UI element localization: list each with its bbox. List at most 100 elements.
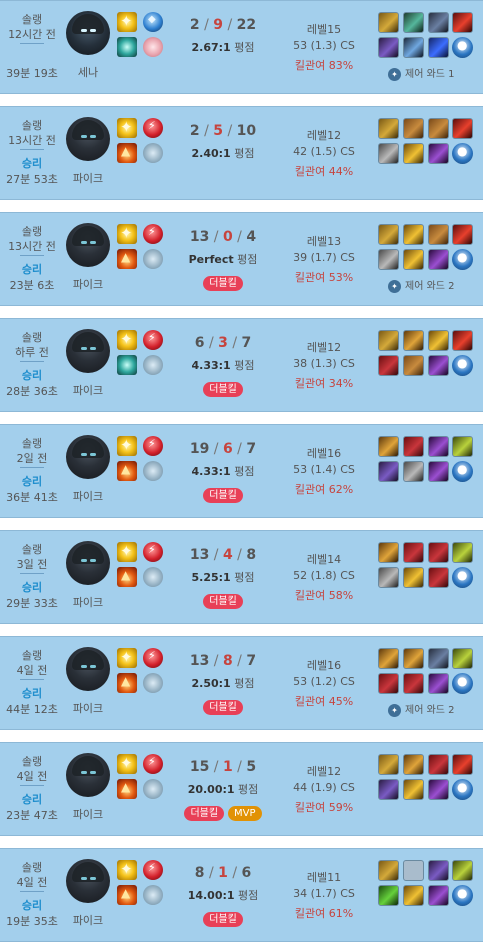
item-icon[interactable] (403, 779, 424, 800)
item-icon[interactable] (403, 37, 424, 58)
item-icon[interactable] (428, 249, 449, 270)
match-card[interactable]: 솔랭12시간 전39분 19초세나2 / 9 / 222.67:1 평점레벨15… (0, 0, 483, 94)
item-icon[interactable] (428, 673, 449, 694)
item-icon[interactable] (378, 118, 399, 139)
item-icon[interactable] (378, 567, 399, 588)
keystone-rune-icon[interactable] (143, 330, 163, 350)
secondary-rune-icon[interactable] (143, 143, 163, 163)
keystone-rune-icon[interactable] (143, 224, 163, 244)
secondary-rune-icon[interactable] (143, 461, 163, 481)
item-icon[interactable] (403, 885, 424, 906)
champion-portrait[interactable] (66, 11, 110, 55)
trinket-ward-icon[interactable] (452, 355, 473, 376)
trinket-ward-icon[interactable] (452, 673, 473, 694)
trinket-ward-icon[interactable] (452, 779, 473, 800)
champion-portrait[interactable] (66, 435, 110, 479)
item-icon[interactable] (428, 461, 449, 482)
item-icon[interactable] (378, 542, 399, 563)
trinket-ward-icon[interactable] (452, 37, 473, 58)
match-card[interactable]: 솔랭하루 전승리 28분 36초 파이크 6 / 3 / 7 4.33:1 평점더블킬 레… (0, 318, 483, 412)
item-icon[interactable] (452, 754, 473, 775)
item-icon[interactable] (403, 436, 424, 457)
keystone-rune-icon[interactable] (143, 860, 163, 880)
item-icon[interactable] (428, 224, 449, 245)
secondary-rune-icon[interactable] (143, 885, 163, 905)
champion-portrait[interactable] (66, 753, 110, 797)
champion-portrait[interactable] (66, 223, 110, 267)
keystone-rune-icon[interactable] (143, 542, 163, 562)
item-icon[interactable] (403, 754, 424, 775)
secondary-rune-icon[interactable] (143, 355, 163, 375)
item-icon[interactable] (428, 860, 449, 881)
champion-portrait[interactable] (66, 541, 110, 585)
item-icon[interactable] (452, 330, 473, 351)
ignite-spell-icon[interactable] (117, 885, 137, 905)
item-icon[interactable] (452, 12, 473, 33)
item-icon[interactable] (428, 567, 449, 588)
item-icon[interactable] (403, 648, 424, 669)
item-icon[interactable] (428, 885, 449, 906)
match-card[interactable]: 솔랭 3일 전승리 29분 33초 파이크 13 / 4 / 8 5.25:1 평점더블킬… (0, 530, 483, 624)
item-icon[interactable] (403, 330, 424, 351)
flash-spell-icon[interactable] (117, 118, 137, 138)
item-icon[interactable] (403, 542, 424, 563)
champion-portrait[interactable] (66, 117, 110, 161)
item-icon[interactable] (403, 673, 424, 694)
item-icon[interactable] (378, 860, 399, 881)
match-card[interactable]: 솔랭13시간 전승리27분 53초파이크2 / 5 / 102.40:1 평점레… (0, 106, 483, 200)
champion-portrait[interactable] (66, 329, 110, 373)
trinket-ward-icon[interactable] (452, 885, 473, 906)
item-icon[interactable] (378, 779, 399, 800)
match-card[interactable]: 솔랭 2일 전승리 36분 41초 파이크 19 / 6 / 7 4.33:1 평점더블킬… (0, 424, 483, 518)
item-icon[interactable] (378, 355, 399, 376)
item-icon[interactable] (378, 249, 399, 270)
flash-spell-icon[interactable] (117, 648, 137, 668)
ignite-spell-icon[interactable] (117, 673, 137, 693)
item-icon[interactable] (378, 330, 399, 351)
item-icon[interactable] (403, 118, 424, 139)
item-icon[interactable] (378, 12, 399, 33)
item-icon[interactable] (428, 355, 449, 376)
keystone-rune-icon[interactable] (143, 436, 163, 456)
item-icon[interactable] (428, 648, 449, 669)
item-icon[interactable] (452, 648, 473, 669)
flash-spell-icon[interactable] (117, 542, 137, 562)
exhaust-spell-icon[interactable] (117, 37, 137, 57)
flash-spell-icon[interactable] (117, 436, 137, 456)
item-icon[interactable] (403, 461, 424, 482)
item-icon[interactable] (378, 885, 399, 906)
item-icon[interactable] (403, 143, 424, 164)
ignite-spell-icon[interactable] (117, 567, 137, 587)
champion-portrait[interactable] (66, 647, 110, 691)
item-icon[interactable] (452, 542, 473, 563)
item-icon[interactable] (378, 143, 399, 164)
ignite-spell-icon[interactable] (117, 143, 137, 163)
item-icon[interactable] (378, 648, 399, 669)
ignite-spell-icon[interactable] (117, 461, 137, 481)
item-icon[interactable] (378, 436, 399, 457)
secondary-rune-icon[interactable] (143, 779, 163, 799)
flash-spell-icon[interactable] (117, 12, 137, 32)
match-card[interactable]: 솔랭 4일 전승리 23분 47초 파이크 15 / 1 / 5 20.00:1 평점더블… (0, 742, 483, 836)
item-icon[interactable] (403, 355, 424, 376)
trinket-ward-icon[interactable] (452, 249, 473, 270)
item-icon[interactable] (378, 37, 399, 58)
secondary-rune-icon[interactable] (143, 673, 163, 693)
match-card[interactable]: 솔랭 13시간 전승리 23분 6초 파이크 13 / 0 / 4 Perfect 평점더… (0, 212, 483, 306)
item-icon[interactable] (452, 436, 473, 457)
item-icon[interactable] (428, 118, 449, 139)
secondary-rune-icon[interactable] (143, 37, 163, 57)
flash-spell-icon[interactable] (117, 330, 137, 350)
secondary-rune-icon[interactable] (143, 567, 163, 587)
item-icon[interactable] (428, 12, 449, 33)
flash-spell-icon[interactable] (117, 224, 137, 244)
item-icon[interactable] (452, 860, 473, 881)
item-icon[interactable] (452, 118, 473, 139)
item-icon[interactable] (428, 143, 449, 164)
secondary-rune-icon[interactable] (143, 249, 163, 269)
item-icon[interactable] (428, 330, 449, 351)
keystone-rune-icon[interactable] (143, 12, 163, 32)
match-card[interactable]: 솔랭 4일 전승리 44분 12초 파이크 13 / 8 / 7 2.50:1 평점더블킬… (0, 636, 483, 730)
item-icon[interactable] (403, 249, 424, 270)
item-icon[interactable] (378, 754, 399, 775)
